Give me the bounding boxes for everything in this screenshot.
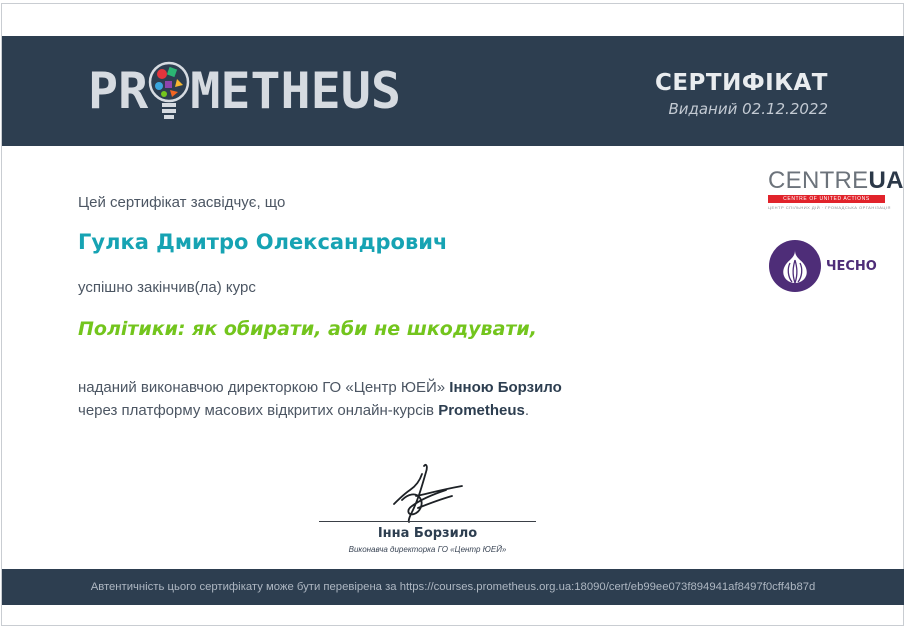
centreua-word-bold: UA <box>868 167 904 194</box>
garlic-icon <box>783 250 807 284</box>
platform-name: Prometheus <box>438 402 525 419</box>
centreua-wordmark: CENTREUA <box>768 167 903 194</box>
issuer-paragraph: наданий виконавчою директоркою ГО «Центр… <box>78 376 562 422</box>
issuer-name: Інною Борзило <box>449 379 562 396</box>
issue-date: Виданий 02.12.2022 <box>668 100 828 118</box>
centreua-red-bar: CENTRE OF UNITED ACTIONS <box>768 195 885 203</box>
chesno-label: ЧЕСНО <box>826 258 877 274</box>
issuer-period: . <box>524 402 530 419</box>
issuer-line-1: наданий виконавчою директоркою ГО «Центр… <box>78 379 450 396</box>
chesno-circle <box>769 240 821 292</box>
recipient-name: Гулка Дмитро Олександрович <box>78 230 448 254</box>
issuer-line-2: через платформу масових відкритих онлайн… <box>78 402 439 419</box>
centreua-word-light: CENTRE <box>768 167 869 194</box>
course-title: Політики: як обирати, аби не шкодувати, <box>78 318 537 340</box>
signer-role: Виконавча директорка ГО «Центр ЮЕЙ» <box>348 545 507 554</box>
chesno-logo: ЧЕСНО <box>769 240 877 292</box>
certifies-text: Цей сертифікат засвідчує, що <box>78 194 286 211</box>
certificate-header: PR METHEUS СЕРТИФІКАТ Виданий 02.12.2022 <box>2 36 904 146</box>
verification-footer: Автентичність цього сертифікату може бут… <box>2 569 904 605</box>
signer-name: Інна Борзило <box>377 526 478 541</box>
prometheus-logo: PR METHEUS <box>88 58 401 124</box>
certificate-title: СЕРТИФІКАТ <box>654 70 828 96</box>
verification-text[interactable]: Автентичність цього сертифікату може бут… <box>91 581 816 593</box>
logo-left-letters: PR <box>88 62 149 120</box>
logo-right-letters: METHEUS <box>190 62 401 120</box>
centreua-subtitle: ЦЕНТР СПІЛЬНИХ ДІЙ · ГРОМАДСЬКА ОРГАНІЗА… <box>768 205 891 210</box>
lightbulb-icon <box>148 61 190 119</box>
centreua-logo: CENTREUA CENTRE OF UNITED ACTIONS ЦЕНТР … <box>768 167 903 216</box>
completed-text: успішно закінчив(ла) курс <box>78 279 256 296</box>
signature-line <box>319 521 536 522</box>
